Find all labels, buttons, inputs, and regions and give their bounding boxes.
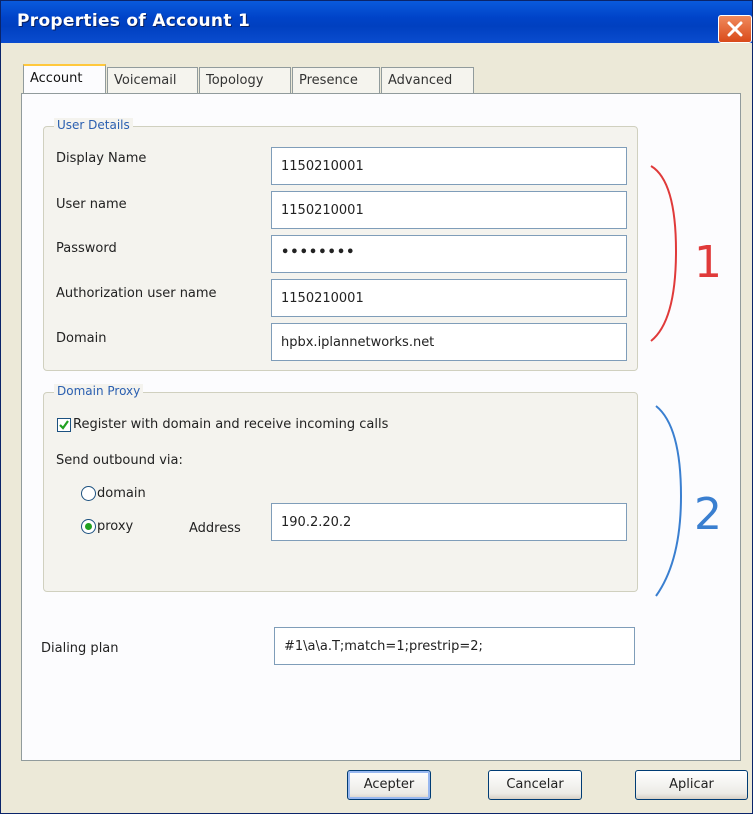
radio-proxy[interactable] (81, 519, 96, 534)
close-icon (727, 21, 743, 37)
user-details-title: User Details (54, 118, 133, 132)
close-button[interactable] (718, 15, 752, 43)
tab-presence[interactable]: Presence (292, 67, 380, 93)
register-label: Register with domain and receive incomin… (73, 417, 389, 432)
tab-account[interactable]: Account (23, 64, 106, 94)
tab-topology[interactable]: Topology (199, 67, 291, 93)
window-title: Properties of Account 1 (17, 11, 251, 31)
radio-selected-dot (85, 523, 92, 530)
accept-button[interactable]: Acepter (347, 770, 431, 800)
user-name-label: User name (56, 197, 127, 212)
domain-field[interactable]: hpbx.iplannetworks.net (271, 323, 627, 361)
password-label: Password (56, 241, 117, 256)
tab-account-label: Account (30, 71, 83, 86)
annotation-bracket-1 (650, 165, 678, 342)
address-field[interactable]: 190.2.20.2 (271, 503, 627, 541)
display-name-field[interactable]: 1150210001 (271, 147, 627, 185)
radio-proxy-label: proxy (97, 519, 134, 534)
cancel-button[interactable]: Cancelar (488, 770, 582, 800)
annotation-label-1: 1 (694, 237, 722, 288)
domain-label: Domain (56, 331, 107, 346)
auth-user-name-field[interactable]: 1150210001 (271, 279, 627, 317)
properties-dialog: Properties of Account 1 Account Voicemai… (0, 0, 753, 814)
tab-voicemail-label: Voicemail (114, 73, 177, 88)
radio-domain[interactable] (81, 486, 96, 501)
annotation-label-2: 2 (694, 489, 722, 540)
apply-button[interactable]: Aplicar (635, 770, 748, 800)
tab-advanced[interactable]: Advanced (381, 67, 474, 93)
tab-voicemail[interactable]: Voicemail (107, 67, 198, 93)
address-label: Address (189, 521, 241, 536)
user-name-field[interactable]: 1150210001 (271, 191, 627, 229)
tab-topology-label: Topology (206, 73, 264, 88)
tab-advanced-label: Advanced (388, 73, 453, 88)
radio-domain-label: domain (97, 486, 146, 501)
tab-presence-label: Presence (299, 73, 358, 88)
display-name-label: Display Name (56, 151, 147, 166)
auth-user-name-label: Authorization user name (56, 286, 217, 301)
password-field[interactable]: •••••••• (271, 235, 627, 273)
domain-proxy-title: Domain Proxy (54, 384, 144, 398)
register-checkbox[interactable] (57, 418, 71, 432)
title-bar[interactable]: Properties of Account 1 (1, 1, 752, 43)
dialing-plan-field[interactable]: #1\a\a.T;match=1;prestrip=2; (274, 627, 635, 665)
checkmark-icon (59, 420, 69, 430)
dialing-plan-label: Dialing plan (41, 641, 119, 656)
send-outbound-label: Send outbound via: (56, 453, 183, 468)
